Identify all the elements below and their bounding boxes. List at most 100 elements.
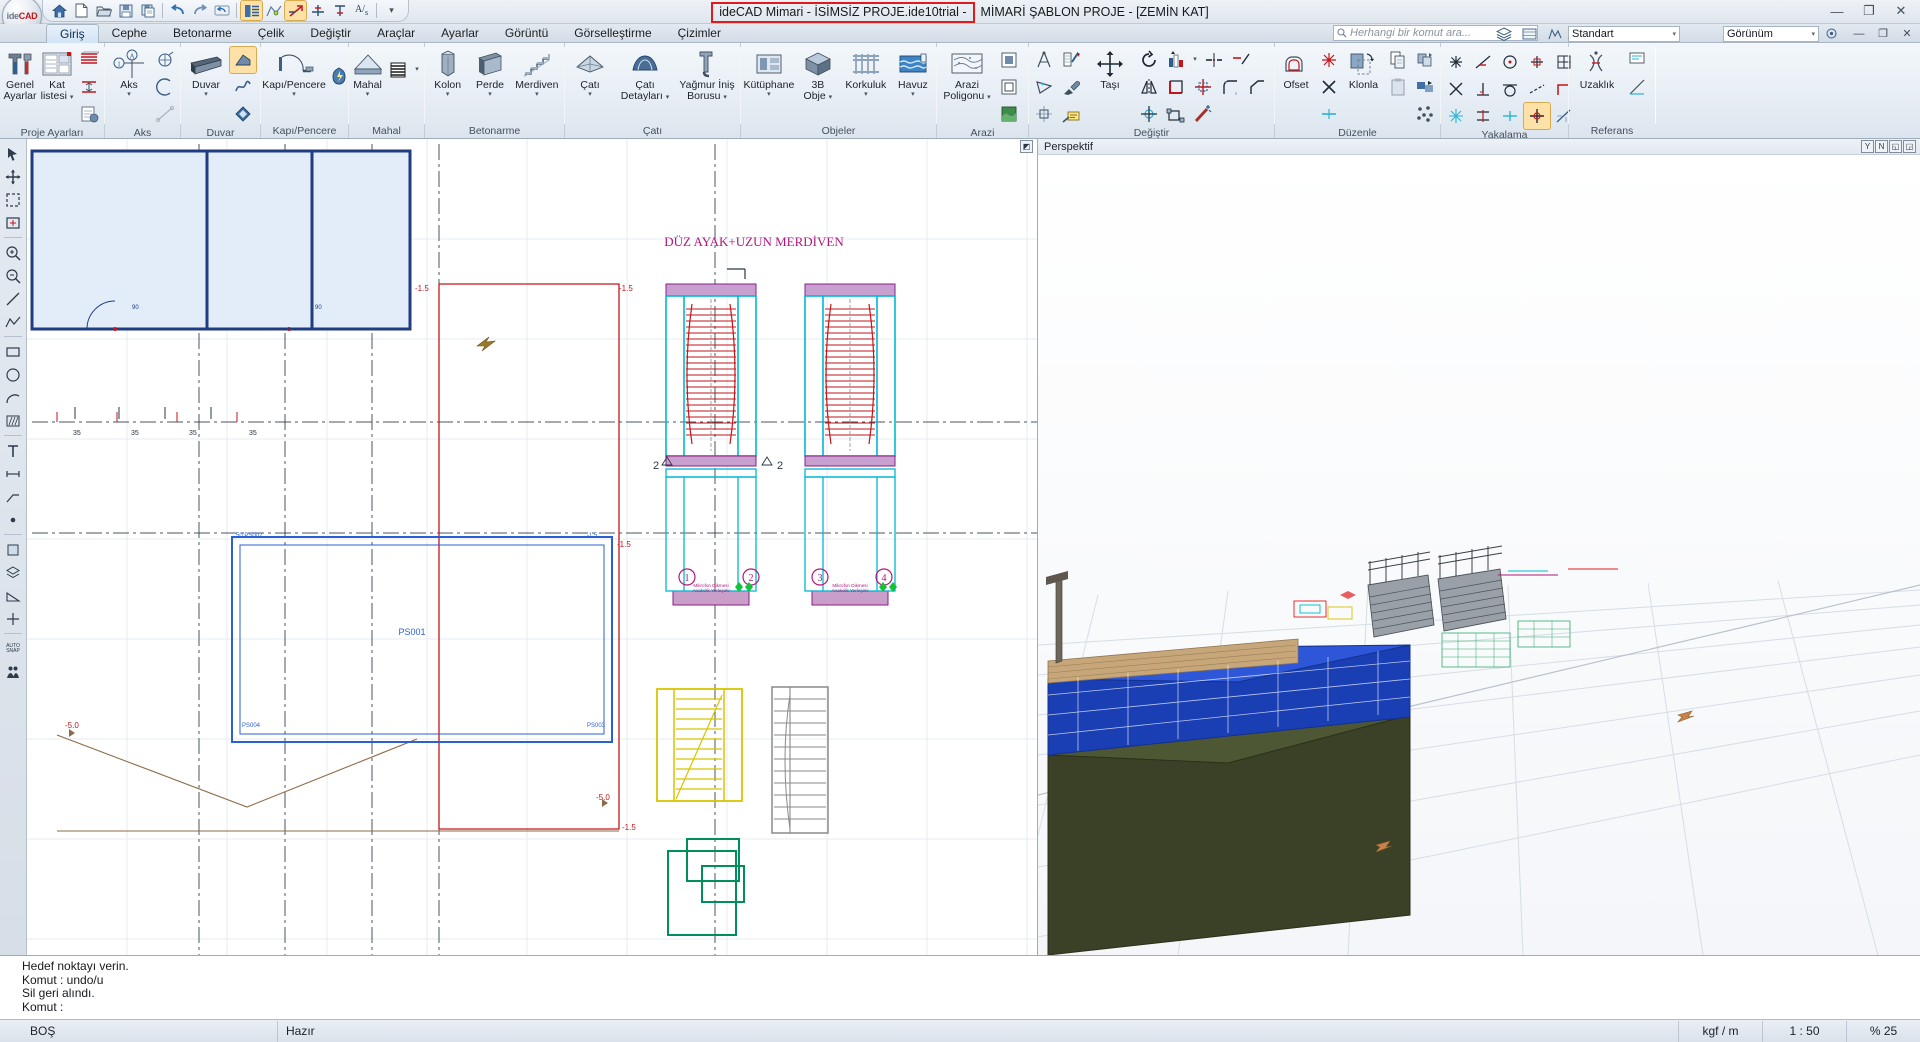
perspective-split-icon[interactable]: ◱ [1889, 140, 1902, 153]
mirror-icon[interactable] [1136, 74, 1162, 100]
layer-list-icon[interactable] [240, 0, 263, 21]
tasi-button[interactable]: Taşı [1085, 45, 1135, 91]
kapi-pencere-dropdown-arrow[interactable]: ▾ [292, 91, 296, 99]
snap-quadrant-icon[interactable] [1524, 49, 1550, 75]
floor-copy-icon[interactable] [76, 74, 102, 100]
plan-drawing-canvas[interactable]: 90 90 35 35 35 35 -1.5 -1.5 -1.5 -1.5 -5… [27, 139, 1038, 955]
pan-tool-icon[interactable] [2, 166, 24, 187]
trim-icon[interactable] [1201, 47, 1227, 73]
korkuluk-button[interactable]: Korkuluk ▾ [841, 45, 891, 99]
ortho-icon[interactable] [284, 0, 307, 21]
circle-tool-icon[interactable] [2, 364, 24, 385]
dimension-icon[interactable] [329, 1, 350, 20]
cati-button[interactable]: Çatı ▾ [567, 45, 613, 99]
redo-icon[interactable] [189, 1, 210, 20]
klonla-button[interactable]: Klonla [1343, 45, 1384, 91]
autosnap-tool-icon[interactable]: AUTO SNAP [2, 638, 24, 659]
cati-dropdown-arrow[interactable]: ▾ [588, 91, 592, 99]
snap-parallel-icon[interactable] [1497, 103, 1523, 129]
terrain-plan-icon[interactable] [996, 74, 1022, 100]
block-tool-icon[interactable] [2, 539, 24, 560]
duvar-button[interactable]: Duvar ▾ [183, 45, 229, 99]
extend-icon[interactable] [1228, 47, 1254, 73]
kutuphane-button[interactable]: Kütüphane ▾ [743, 45, 795, 99]
text-tool-icon[interactable] [2, 440, 24, 461]
perde-dropdown-arrow[interactable]: ▾ [488, 91, 492, 99]
tab-betonarme[interactable]: Betonarme [160, 24, 245, 43]
project-info-icon[interactable] [76, 101, 102, 127]
perspective-shade-y-icon[interactable]: Y [1861, 140, 1874, 153]
snap-perp-icon[interactable] [307, 1, 328, 20]
yagmur-inis-borusu-button[interactable]: Yağmur İniş Borusu ▾ [677, 45, 737, 102]
elevation-dropdown-arrow[interactable]: ▾ [1190, 47, 1200, 73]
view-options-icon[interactable] [1821, 26, 1842, 42]
group-icon[interactable] [1412, 47, 1438, 73]
tab-araclar[interactable]: Araçlar [364, 24, 428, 43]
scale-icon[interactable] [1163, 101, 1189, 127]
free-wall-icon[interactable] [230, 74, 256, 100]
rotate-icon[interactable] [1136, 47, 1162, 73]
ribbon-close-button[interactable]: ✕ [1896, 25, 1918, 42]
snap-explode-icon[interactable] [1316, 47, 1342, 73]
merdiven-button[interactable]: Merdiven ▾ [512, 45, 562, 99]
plan-view-cube-icon[interactable]: ◩ [1020, 140, 1033, 153]
merdiven-dropdown-arrow[interactable]: ▾ [535, 91, 539, 99]
kolon-button[interactable]: Kolon ▾ [427, 45, 468, 99]
perspective-maximize-icon[interactable]: ◲ [1903, 140, 1916, 153]
ofset-button[interactable]: Ofset [1277, 45, 1315, 91]
wall-layer-icon[interactable] [230, 101, 256, 127]
tab-cizimler[interactable]: Çizimler [665, 24, 734, 43]
tab-degistir[interactable]: Değiştir [297, 24, 364, 43]
layer-move-icon[interactable] [1412, 74, 1438, 100]
reference-line-icon[interactable] [1624, 47, 1650, 73]
tab-cephe[interactable]: Cephe [99, 24, 160, 43]
polyline-edit-icon[interactable] [263, 1, 284, 20]
perspective-view[interactable]: Perspektif Y N ◱ ◲ [1038, 139, 1920, 955]
korkuluk-dropdown-arrow[interactable]: ▾ [864, 91, 868, 99]
view-combo[interactable]: Görünüm ▾ [1723, 25, 1819, 42]
arc-tool-icon[interactable] [2, 387, 24, 408]
axis-point-icon[interactable] [1136, 101, 1162, 127]
tab-giris[interactable]: Giriş [46, 24, 99, 43]
perspective-3d-canvas[interactable] [1038, 155, 1920, 955]
style-combo[interactable]: Standart ▾ [1568, 25, 1680, 42]
dimension-tool-icon[interactable] [2, 463, 24, 484]
snap-tangent-icon[interactable] [1497, 76, 1523, 102]
floor-finish-icon[interactable] [385, 57, 411, 83]
ribbon-minimize-button[interactable]: — [1848, 25, 1870, 42]
select-tool-icon[interactable] [2, 143, 24, 164]
label-icon[interactable] [1058, 101, 1084, 127]
view-combo-arrow[interactable]: ▾ [1811, 30, 1815, 38]
havuz-button[interactable]: Havuz ▾ [892, 45, 934, 99]
snap-nearest-icon[interactable] [1470, 103, 1496, 129]
status-layer[interactable]: BOŞ [22, 1020, 278, 1042]
multi-move-icon[interactable] [1190, 74, 1216, 100]
ribbon-restore-button[interactable]: ❐ [1872, 25, 1894, 42]
circular-axis-icon[interactable] [152, 47, 178, 73]
snap-endpoint-icon[interactable] [1443, 49, 1469, 75]
measure-tool-icon[interactable] [2, 585, 24, 606]
home-icon[interactable] [49, 1, 70, 20]
command-input-line[interactable]: Komut : [22, 1000, 1920, 1015]
tab-goruntu[interactable]: Görüntü [492, 24, 561, 43]
arazi-poligonu-button[interactable]: Arazi Poligonu ▾ [939, 45, 995, 102]
open-folder-icon[interactable] [93, 1, 114, 20]
snap-node-icon[interactable] [1443, 103, 1469, 129]
aks-button[interactable]: A1 Aks ▾ [107, 45, 151, 99]
area-icon[interactable] [1031, 74, 1057, 100]
measure-icon[interactable] [1031, 47, 1057, 73]
perde-button[interactable]: Perde ▾ [469, 45, 510, 99]
zoom-extents-tool-icon[interactable] [2, 212, 24, 233]
uzaklik-button[interactable]: Uzaklık [1571, 45, 1623, 91]
genel-ayarlar-button[interactable]: Genel Ayarlar [2, 45, 38, 102]
status-scale[interactable]: 1 : 50 [1762, 1020, 1846, 1042]
save-as-icon[interactable] [137, 1, 158, 20]
curved-wall-icon[interactable] [229, 46, 257, 74]
kat-listesi-button[interactable]: Kat listesi ▾ [39, 45, 75, 102]
zoom-out-tool-icon[interactable] [2, 265, 24, 286]
havuz-dropdown-arrow[interactable]: ▾ [911, 91, 915, 99]
elevation-icon[interactable] [1163, 47, 1189, 73]
snap-midpoint-icon[interactable] [1470, 49, 1496, 75]
new-file-icon[interactable] [71, 1, 92, 20]
save-icon[interactable] [115, 1, 136, 20]
